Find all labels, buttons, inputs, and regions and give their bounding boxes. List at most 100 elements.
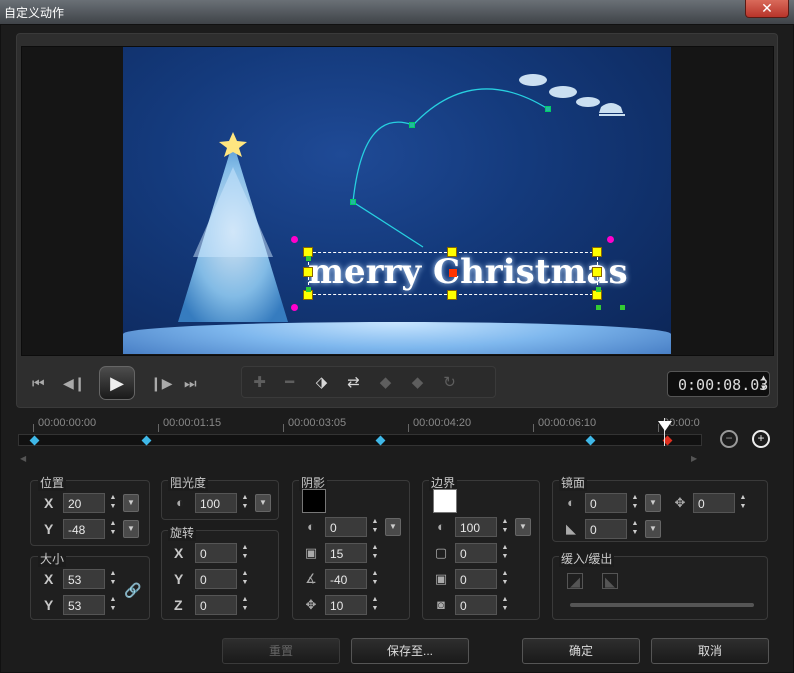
fade-out-icon[interactable]: ◣ [602, 573, 618, 589]
go-end-icon[interactable]: ⏭ [184, 375, 197, 392]
keyframe-marker[interactable] [375, 435, 386, 446]
shadow-angle-spinner[interactable]: ▲ ▼ [368, 569, 382, 589]
path-node[interactable] [350, 199, 356, 205]
go-start-icon[interactable]: ⏮ [32, 375, 45, 392]
mirror-opacity-spinner[interactable]: ▲ ▼ [628, 493, 642, 513]
opacity-spinner[interactable]: ▲ ▼ [238, 493, 252, 513]
rotation-x-input[interactable]: 0 [195, 543, 237, 563]
rotate-handle[interactable] [607, 236, 614, 243]
shadow-distance-spinner[interactable]: ▲ ▼ [368, 595, 382, 615]
border-corner-input[interactable]: 0 [455, 595, 497, 615]
center-point[interactable] [449, 269, 457, 277]
next-frame-icon[interactable]: ❙▶ [150, 375, 173, 392]
mirror-fade-input[interactable]: 0 [585, 519, 627, 539]
skew-handle[interactable] [306, 256, 311, 261]
zoom-out-icon[interactable]: − [720, 430, 738, 448]
border-opacity-input[interactable]: 100 [455, 517, 497, 537]
play-button[interactable]: ▶ [99, 366, 135, 400]
border-blur-input[interactable]: 0 [455, 569, 497, 589]
reset-button[interactable]: 重置 [222, 638, 340, 664]
save-to-button[interactable]: 保存至... [351, 638, 469, 664]
shadow-color-swatch[interactable] [302, 489, 326, 513]
skew-handle[interactable] [306, 287, 311, 292]
ok-button[interactable]: 确定 [522, 638, 640, 664]
skew-handle[interactable] [596, 287, 601, 292]
size-x-spinner[interactable]: ▲ ▼ [106, 569, 120, 589]
border-opacity-spinner[interactable]: ▲ ▼ [498, 517, 512, 537]
position-x-input[interactable]: 20 [63, 493, 105, 513]
link-icon[interactable]: 🔗 [124, 582, 141, 598]
skew-handle[interactable] [596, 305, 601, 310]
scroll-right-icon[interactable]: ▶ [691, 454, 697, 463]
mirror-distance-spinner[interactable]: ▲ ▼ [736, 493, 750, 513]
playhead-handle[interactable] [658, 421, 672, 431]
timeline-ruler[interactable]: 00:00:00:00 00:00:01:15 00:00:03:05 00:0… [18, 410, 702, 432]
rotate-handle[interactable] [291, 304, 298, 311]
shadow-blur-spinner[interactable]: ▲ ▼ [368, 543, 382, 563]
resize-handle[interactable] [592, 247, 602, 257]
fade-in-icon[interactable]: ◢ [567, 573, 583, 589]
border-color-swatch[interactable] [433, 489, 457, 513]
rotation-z-input[interactable]: 0 [195, 595, 237, 615]
size-y-spinner[interactable]: ▲ ▼ [106, 595, 120, 615]
position-y-dropdown[interactable]: ▼ [123, 520, 139, 538]
rotation-y-spinner[interactable]: ▲ ▼ [238, 569, 252, 589]
opacity-input[interactable]: 100 [195, 493, 237, 513]
shadow-opacity-dropdown[interactable]: ▼ [385, 518, 401, 536]
prev-keyframe-icon[interactable]: ◆ [372, 372, 399, 394]
resize-handle[interactable] [447, 290, 457, 300]
rotation-y-input[interactable]: 0 [195, 569, 237, 589]
size-y-input[interactable]: 53 [63, 595, 105, 615]
remove-keyframe-icon[interactable]: ━ [276, 372, 303, 394]
shadow-opacity-input[interactable]: 0 [325, 517, 367, 537]
mirror-opacity-dropdown[interactable]: ▼ [645, 494, 661, 512]
path-node[interactable] [545, 106, 551, 112]
mirror-fade-spinner[interactable]: ▲ ▼ [628, 519, 642, 539]
position-x-spinner[interactable]: ▲ ▼ [106, 493, 120, 513]
position-x-dropdown[interactable]: ▼ [123, 494, 139, 512]
border-width-input[interactable]: 0 [455, 543, 497, 563]
position-y-spinner[interactable]: ▲ ▼ [106, 519, 120, 539]
cancel-button[interactable]: 取消 [651, 638, 769, 664]
timecode-field[interactable]: 0:00:08.03 ▲ ▼ [667, 371, 770, 397]
rotation-x-spinner[interactable]: ▲ ▼ [238, 543, 252, 563]
opacity-dropdown[interactable]: ▼ [255, 494, 271, 512]
preview-canvas[interactable]: merry Christmas [123, 47, 671, 354]
timecode-spinner[interactable]: ▲ ▼ [761, 373, 766, 393]
position-y-input[interactable]: -48 [63, 519, 105, 539]
shadow-distance-input[interactable]: 10 [325, 595, 367, 615]
keyframe-marker[interactable] [585, 435, 596, 446]
rotate-handle[interactable] [291, 236, 298, 243]
fade-slider[interactable] [570, 603, 754, 607]
resize-handle[interactable] [303, 267, 313, 277]
mirror-fade-dropdown[interactable]: ▼ [645, 520, 661, 538]
shadow-opacity-spinner[interactable]: ▲ ▼ [368, 517, 382, 537]
zoom-in-icon[interactable]: + [752, 430, 770, 448]
keyframe-track[interactable] [18, 434, 702, 446]
border-blur-spinner[interactable]: ▲ ▼ [498, 569, 512, 589]
shadow-blur-input[interactable]: 15 [325, 543, 367, 563]
border-corner-spinner[interactable]: ▲ ▼ [498, 595, 512, 615]
keyframe-marker[interactable] [141, 435, 152, 446]
ease-icon[interactable]: ↻ [436, 372, 463, 394]
border-width-spinner[interactable]: ▲ ▼ [498, 543, 512, 563]
keyframe-marker[interactable] [29, 435, 40, 446]
mirror-opacity-input[interactable]: 0 [585, 493, 627, 513]
shadow-angle-input[interactable]: -40 [325, 569, 367, 589]
add-keyframe-icon[interactable]: ✚ [246, 372, 273, 394]
next-keyframe-icon[interactable]: ◆ [404, 372, 431, 394]
skew-handle[interactable] [620, 305, 625, 310]
path-node[interactable] [409, 122, 415, 128]
scroll-left-icon[interactable]: ◀ [20, 454, 26, 463]
resize-handle[interactable] [447, 247, 457, 257]
border-opacity-dropdown[interactable]: ▼ [515, 518, 531, 536]
ruler-label: 00:00:00:00 [38, 417, 97, 429]
flip-keyframe-icon[interactable]: ⬗ [308, 372, 335, 394]
mirror-distance-input[interactable]: 0 [693, 493, 735, 513]
resize-handle[interactable] [592, 267, 602, 277]
prev-frame-icon[interactable]: ◀❙ [63, 375, 86, 392]
size-x-input[interactable]: 53 [63, 569, 105, 589]
swap-keyframe-icon[interactable]: ⇄ [340, 372, 367, 394]
rotation-z-spinner[interactable]: ▲ ▼ [238, 595, 252, 615]
close-button[interactable]: ✕ [745, 0, 789, 18]
